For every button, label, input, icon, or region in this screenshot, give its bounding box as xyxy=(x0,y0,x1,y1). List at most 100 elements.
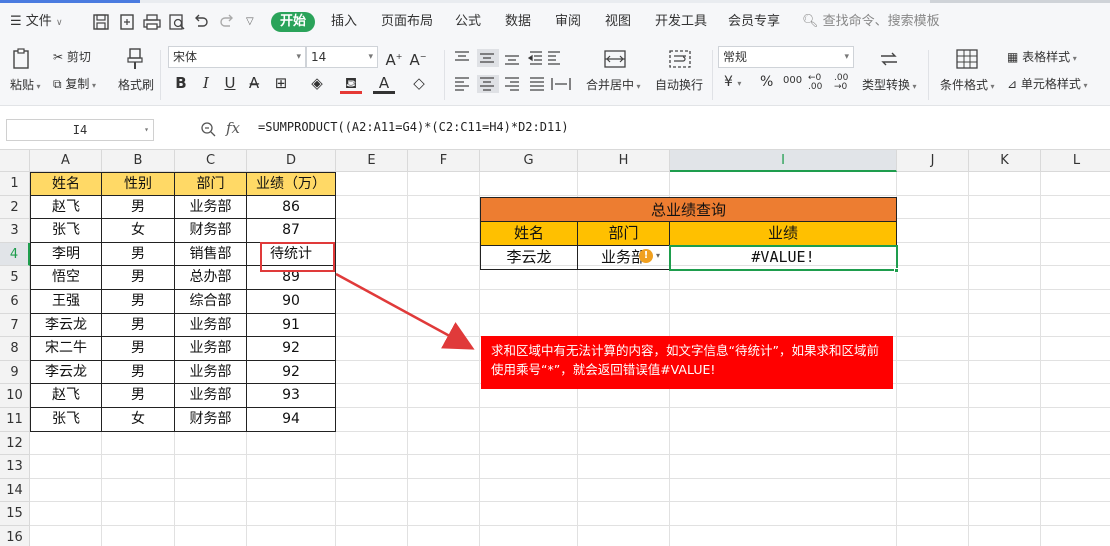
horizontal-align-icons[interactable] xyxy=(452,74,574,94)
print-icon[interactable] xyxy=(142,12,162,32)
menu-tab-developer[interactable]: 开发工具 xyxy=(655,12,707,32)
column-header-c[interactable]: C xyxy=(175,150,247,172)
table-cell-dept[interactable]: 销售部 xyxy=(175,242,247,267)
menu-tab-view[interactable]: 视图 xyxy=(605,12,631,32)
table-cell-sales[interactable]: 94 xyxy=(247,408,336,432)
column-header-e[interactable]: E xyxy=(336,150,408,172)
zoom-icon[interactable] xyxy=(200,121,216,137)
conditional-format-icon[interactable] xyxy=(955,48,979,70)
bold-button[interactable]: B xyxy=(170,72,192,94)
table-cell-gender[interactable]: 男 xyxy=(102,266,175,290)
row-header-11[interactable]: 11 xyxy=(0,408,30,432)
table-cell-gender[interactable]: 男 xyxy=(102,242,175,267)
table-cell-dept[interactable]: 业务部 xyxy=(175,384,247,408)
table-cell-name[interactable]: 宋二牛 xyxy=(30,337,102,361)
table-cell-sales[interactable]: 90 xyxy=(247,290,336,314)
table-cell-gender[interactable]: 男 xyxy=(102,384,175,408)
cell-style-button[interactable]: ⊿ 单元格样式 ▾ xyxy=(1007,75,1087,92)
table-cell-gender[interactable]: 男 xyxy=(102,313,175,338)
fill-handle[interactable] xyxy=(894,268,899,273)
name-box[interactable]: I4 ▾ xyxy=(6,119,154,141)
table-cell-name[interactable]: 赵飞 xyxy=(30,384,102,408)
row-header-7[interactable]: 7 xyxy=(0,313,30,338)
menu-tab-data[interactable]: 数据 xyxy=(505,12,531,32)
font-size-select[interactable]: 14 ▾ xyxy=(306,46,378,68)
row-header-12[interactable]: 12 xyxy=(0,431,30,456)
table-cell-name[interactable]: 张飞 xyxy=(30,219,102,243)
row-header-16[interactable]: 16 xyxy=(0,526,30,546)
table-cell-dept[interactable]: 业务部 xyxy=(175,313,247,338)
percent-icon[interactable]: % xyxy=(760,74,773,90)
print-preview-icon[interactable] xyxy=(167,12,187,32)
fill-color-icon[interactable]: ⛾ xyxy=(340,72,362,94)
table-style-button[interactable]: ▦ 表格样式 ▾ xyxy=(1007,48,1077,65)
font-color-icon[interactable]: A xyxy=(373,72,395,94)
table-cell-sales[interactable]: 92 xyxy=(247,337,336,361)
query-header-name[interactable]: 姓名 xyxy=(480,222,578,246)
query-name-cell[interactable]: 李云龙 xyxy=(480,246,578,270)
chevron-down-icon[interactable]: ▾ xyxy=(656,251,660,260)
table-header-name[interactable]: 姓名 xyxy=(30,172,102,196)
row-header-14[interactable]: 14 xyxy=(0,478,30,503)
table-cell-dept[interactable]: 总办部 xyxy=(175,266,247,290)
decrease-decimal-icon[interactable]: .00 →0 xyxy=(834,74,848,92)
increase-font-icon[interactable]: A+ xyxy=(383,46,405,69)
paste-icon[interactable] xyxy=(10,48,34,70)
type-convert-icon[interactable] xyxy=(877,48,901,70)
formula-input[interactable]: =SUMPRODUCT((A2:A11=G4)*(C2:C11=H4)*D2:D… xyxy=(258,120,569,134)
merge-center-button[interactable]: 合并居中 ▾ xyxy=(586,76,641,93)
vertical-align-icons[interactable] xyxy=(452,48,560,68)
border-icon[interactable]: ⊞ xyxy=(270,72,292,94)
query-title[interactable]: 总业绩查询 xyxy=(480,197,897,222)
column-header-j[interactable]: J xyxy=(897,150,969,172)
menu-tab-formula[interactable]: 公式 xyxy=(455,12,481,32)
table-cell-name[interactable]: 李云龙 xyxy=(30,360,102,385)
strikethrough-icon[interactable]: A̶ xyxy=(243,72,265,94)
column-header-d[interactable]: D xyxy=(247,150,336,172)
error-warning-icon[interactable]: ! xyxy=(639,249,653,263)
currency-icon[interactable]: ¥ ▾ xyxy=(724,74,741,90)
table-cell-name[interactable]: 李明 xyxy=(30,242,102,267)
table-cell-sales[interactable]: 91 xyxy=(247,313,336,338)
paste-button[interactable]: 粘贴 ▾ xyxy=(10,76,41,93)
save-icon[interactable] xyxy=(91,12,111,32)
merge-center-icon[interactable] xyxy=(603,48,627,70)
table-cell-sales[interactable]: 93 xyxy=(247,384,336,408)
menu-tab-review[interactable]: 审阅 xyxy=(555,12,581,32)
cell-fill-icon[interactable]: ◈ xyxy=(306,72,328,94)
copy-button[interactable]: ⧉ 复制 ▾ xyxy=(53,75,96,92)
menu-tab-member[interactable]: 会员专享 xyxy=(728,12,780,32)
redo-icon[interactable] xyxy=(217,12,237,32)
table-cell-dept[interactable]: 业务部 xyxy=(175,360,247,385)
table-cell-gender[interactable]: 男 xyxy=(102,337,175,361)
table-header-gender[interactable]: 性别 xyxy=(102,172,175,196)
column-header-f[interactable]: F xyxy=(408,150,480,172)
export-pdf-icon[interactable] xyxy=(117,12,137,32)
file-menu[interactable]: ☰ 文件 ∨ xyxy=(10,12,63,32)
clear-format-icon[interactable]: ◇ xyxy=(408,72,430,94)
table-cell-gender[interactable]: 男 xyxy=(102,195,175,220)
increase-decimal-icon[interactable]: ←0.00 xyxy=(808,74,822,92)
table-cell-sales[interactable]: 86 xyxy=(247,195,336,220)
menu-tab-insert[interactable]: 插入 xyxy=(331,12,357,32)
row-header-13[interactable]: 13 xyxy=(0,455,30,479)
table-cell-dept[interactable]: 财务部 xyxy=(175,219,247,243)
table-cell-gender[interactable]: 女 xyxy=(102,219,175,243)
wrap-text-button[interactable]: 自动换行 xyxy=(655,76,703,93)
format-painter-button[interactable]: 格式刷 xyxy=(118,76,154,93)
column-header-k[interactable]: K xyxy=(969,150,1041,172)
table-cell-name[interactable]: 李云龙 xyxy=(30,313,102,338)
type-convert-button[interactable]: 类型转换 ▾ xyxy=(862,76,917,93)
table-header-dept[interactable]: 部门 xyxy=(175,172,247,196)
thousands-icon[interactable]: 000 xyxy=(783,75,802,86)
row-header-6[interactable]: 6 xyxy=(0,290,30,314)
insert-function-icon[interactable]: fx xyxy=(226,119,240,137)
column-header-b[interactable]: B xyxy=(102,150,175,172)
underline-button[interactable]: U xyxy=(219,72,241,94)
table-cell-name[interactable]: 赵飞 xyxy=(30,195,102,220)
cut-button[interactable]: ✂ 剪切 xyxy=(53,48,91,65)
row-header-3[interactable]: 3 xyxy=(0,219,30,243)
wrap-text-icon[interactable] xyxy=(668,48,692,70)
table-cell-gender[interactable]: 女 xyxy=(102,408,175,432)
command-search[interactable]: 🔍︎ 查找命令、搜索模板 xyxy=(802,12,940,32)
